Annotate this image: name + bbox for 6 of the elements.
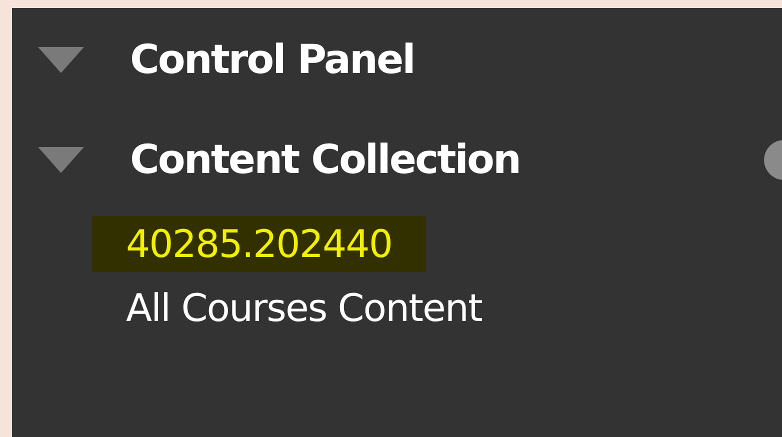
menu-item[interactable]: 40285.202440	[92, 216, 426, 272]
collapse-triangle-icon[interactable]	[38, 147, 84, 173]
section-title[interactable]: Content Collection	[130, 137, 520, 183]
collapse-triangle-icon[interactable]	[38, 47, 84, 73]
menu-item[interactable]: All Courses Content	[92, 280, 516, 336]
section-title[interactable]: Control Panel	[130, 37, 414, 83]
